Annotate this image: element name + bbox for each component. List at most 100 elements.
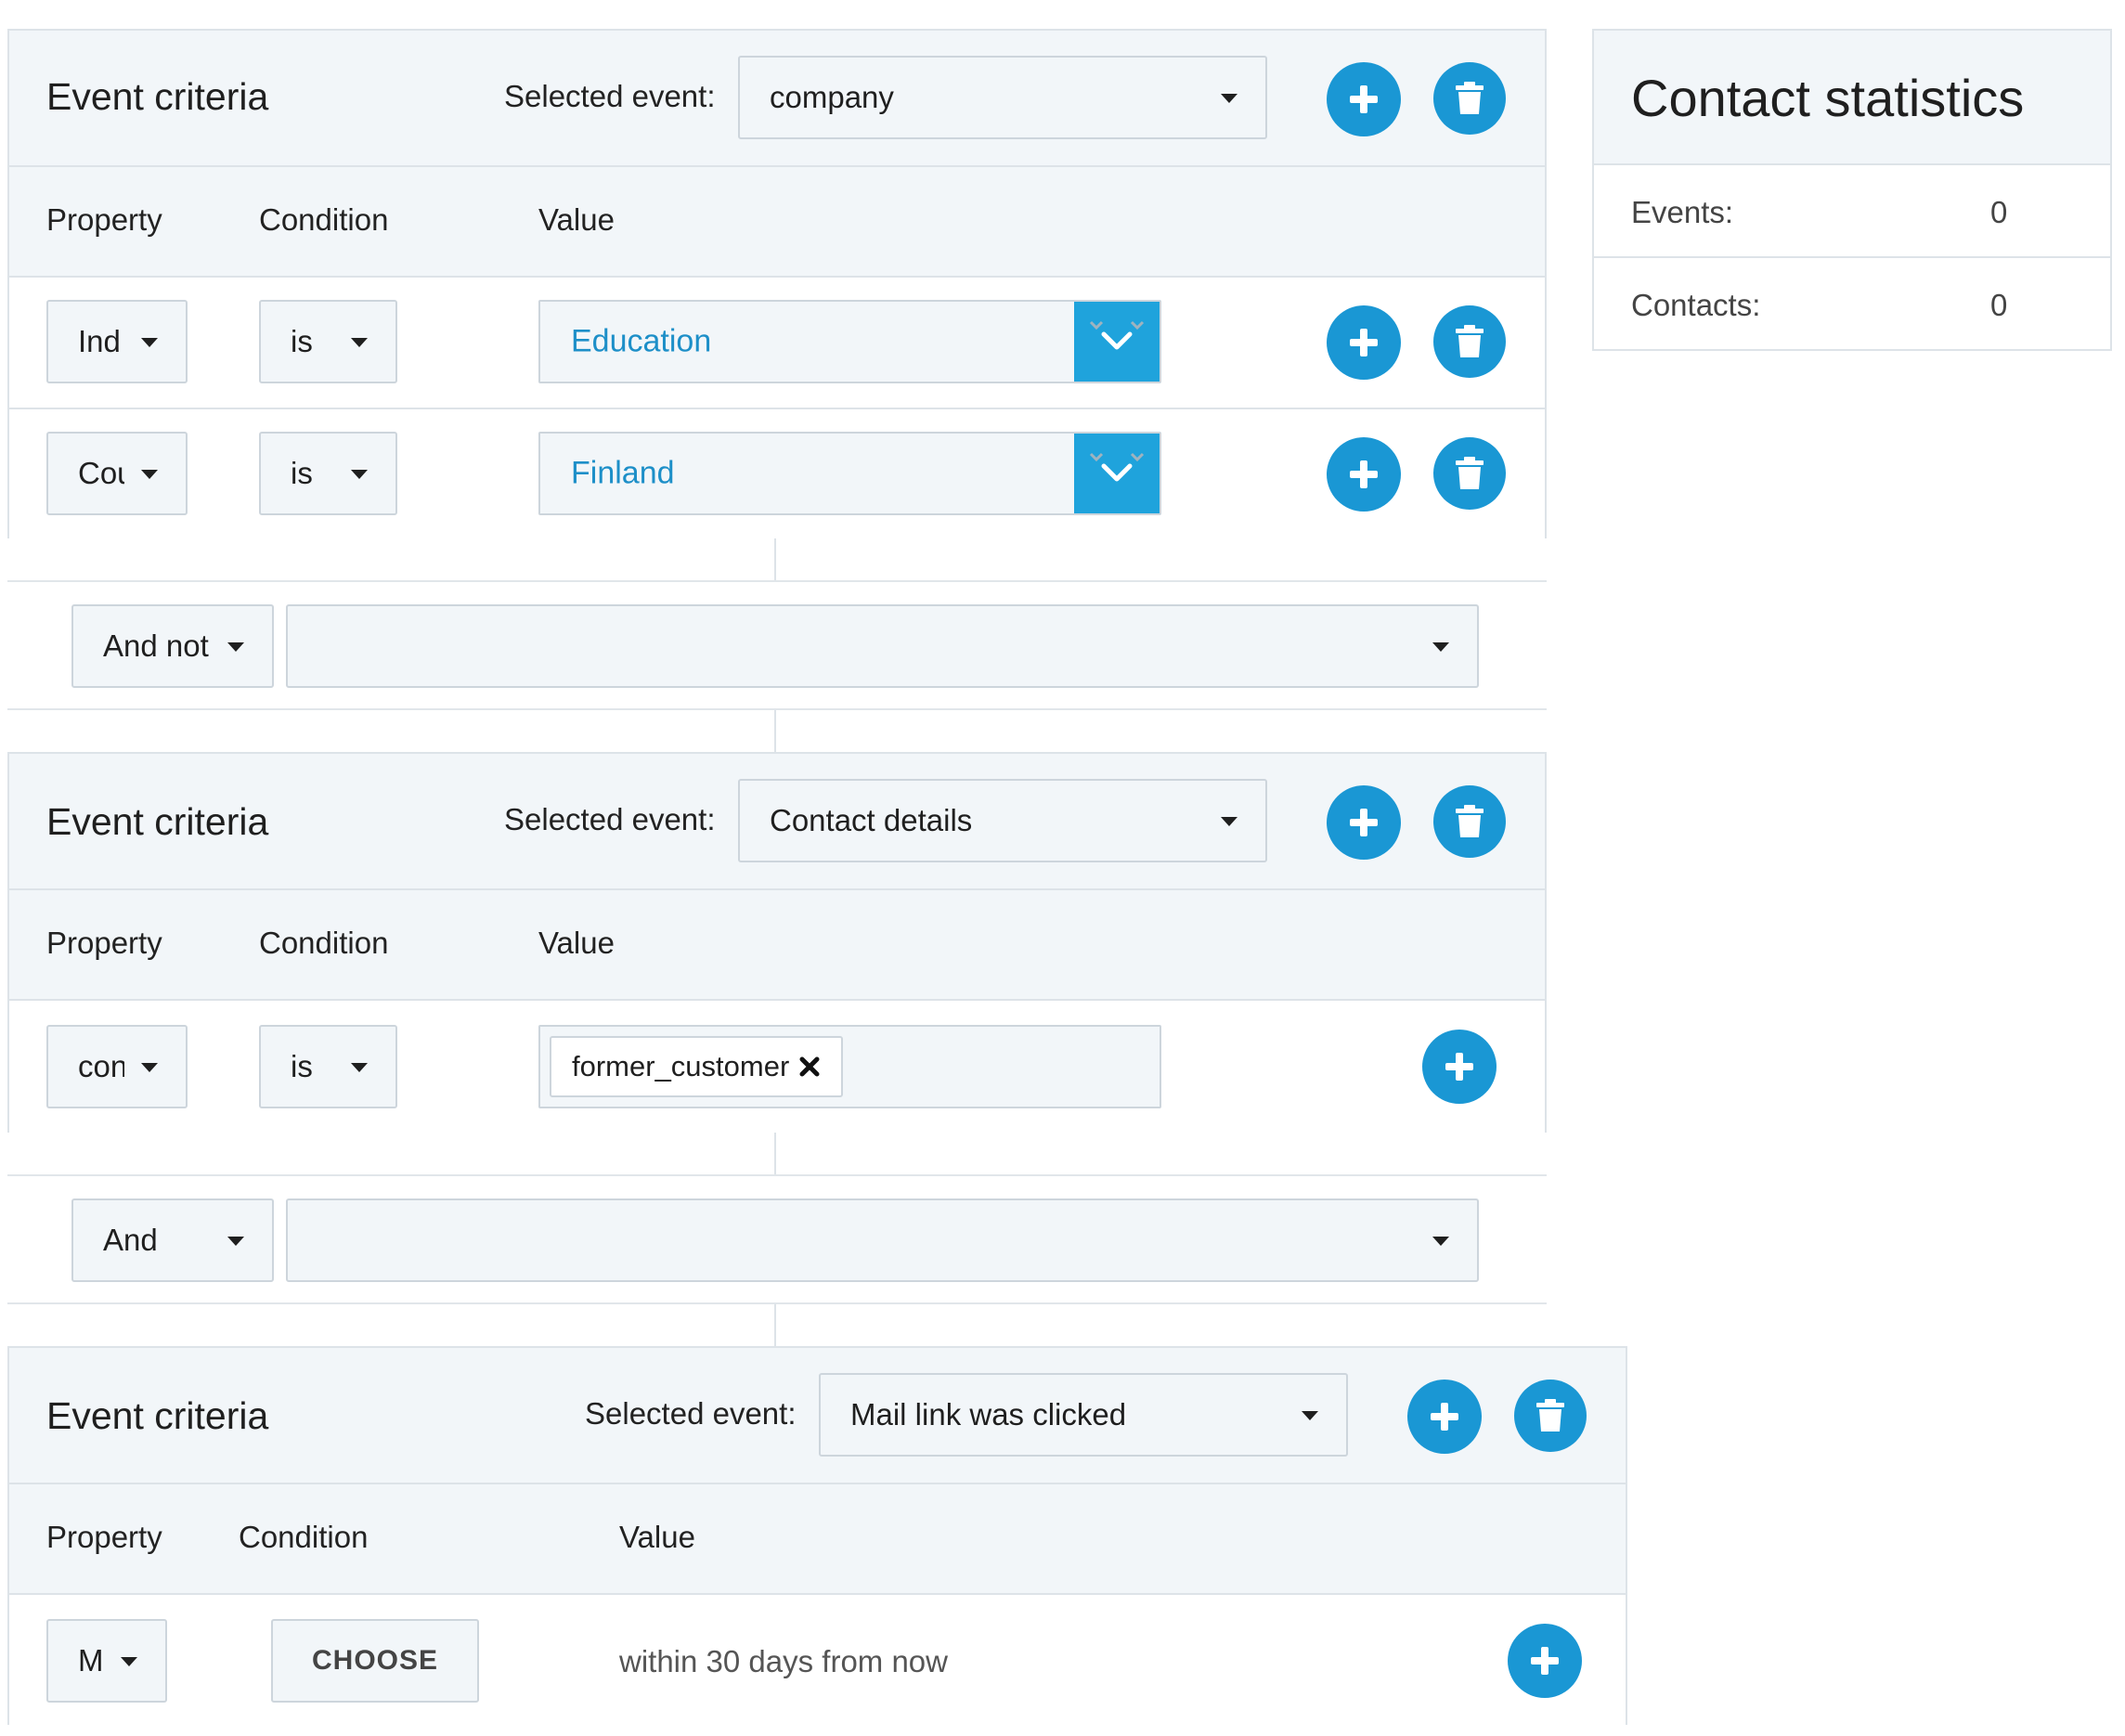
contact-statistics-header: Contact statistics <box>1594 31 2110 163</box>
condition-value: is <box>291 456 313 490</box>
event-criteria-panel-3: Event criteria Selected event: Mail link… <box>7 1346 1627 1725</box>
caret-down-icon <box>351 338 368 347</box>
value-select[interactable]: Finland <box>538 432 1161 515</box>
value-tag-input[interactable]: former_customer <box>538 1025 1161 1108</box>
column-headers: Property Condition Value <box>9 890 1545 1001</box>
plus-icon <box>1350 809 1378 836</box>
panel-title: Event criteria <box>46 75 269 118</box>
selected-event-label: Selected event: <box>504 79 716 113</box>
value-text: Finland <box>571 455 675 491</box>
add-criteria-button[interactable] <box>1327 62 1401 136</box>
caret-down-icon <box>141 470 158 479</box>
caret-down-icon <box>1432 642 1449 652</box>
caret-down-icon <box>141 338 158 347</box>
operator-row: And not <box>7 580 1547 710</box>
plus-icon <box>1431 1403 1458 1431</box>
selected-event-label: Selected event: <box>504 802 716 836</box>
add-row-button[interactable] <box>1327 437 1401 512</box>
column-headers: Property Condition Value <box>9 1484 1626 1595</box>
add-criteria-button[interactable] <box>1407 1380 1482 1454</box>
event-criteria-header: Event criteria Selected event: company <box>9 31 1545 167</box>
criteria-row: con is former_customer <box>9 1001 1545 1133</box>
criteria-row: Cou is Finland <box>9 409 1545 538</box>
caret-down-icon <box>1221 817 1237 826</box>
condition-dropdown[interactable]: is <box>259 300 397 383</box>
selected-event-value: Mail link was clicked <box>850 1397 1127 1432</box>
value-text: Education <box>571 323 712 359</box>
connector-line <box>774 1304 776 1347</box>
property-dropdown[interactable]: Ind <box>46 300 188 383</box>
selected-event-dropdown[interactable]: Contact details <box>738 779 1267 862</box>
delete-criteria-button[interactable] <box>1433 62 1506 135</box>
contact-statistics-title: Contact statistics <box>1631 69 2025 127</box>
choose-condition-button[interactable]: CHOOSE <box>271 1619 479 1703</box>
caret-down-icon <box>351 1063 368 1072</box>
stats-value: 0 <box>1990 195 2008 229</box>
stats-label: Contacts: <box>1631 288 1761 322</box>
add-row-button[interactable] <box>1327 305 1401 380</box>
property-value: M <box>78 1643 104 1678</box>
stats-label: Events: <box>1631 195 1734 229</box>
plus-icon <box>1350 85 1378 113</box>
condition-value: is <box>291 324 313 358</box>
value-description: within 30 days from now <box>619 1644 948 1678</box>
operator-row: And <box>7 1174 1547 1304</box>
value-dropdown-toggle[interactable] <box>1074 434 1160 513</box>
caret-down-icon <box>1221 94 1237 103</box>
trash-icon <box>1456 805 1484 837</box>
stats-row-contacts: Contacts: 0 <box>1594 256 2110 351</box>
property-dropdown[interactable]: M <box>46 1619 167 1703</box>
delete-criteria-button[interactable] <box>1433 785 1506 858</box>
stats-row-events: Events: 0 <box>1594 163 2110 258</box>
condition-column-header: Condition <box>259 202 389 237</box>
condition-dropdown[interactable]: is <box>259 432 397 515</box>
column-headers: Property Condition Value <box>9 167 1545 278</box>
condition-value: is <box>291 1049 313 1083</box>
value-column-header: Value <box>538 202 615 237</box>
plus-icon <box>1350 329 1378 356</box>
connector-line <box>774 538 776 581</box>
condition-column-header: Condition <box>259 926 389 960</box>
chevron-down-icon <box>1089 452 1145 482</box>
delete-row-button[interactable] <box>1433 305 1506 378</box>
property-dropdown[interactable]: con <box>46 1025 188 1108</box>
operator-target-dropdown[interactable] <box>286 604 1479 688</box>
panel-title: Event criteria <box>46 800 269 843</box>
value-select[interactable]: Education <box>538 300 1161 383</box>
criteria-row: Ind is Education <box>9 278 1545 409</box>
value-dropdown-toggle[interactable] <box>1074 302 1160 382</box>
operator-dropdown[interactable]: And not <box>71 604 274 688</box>
property-value: Cou <box>78 456 124 490</box>
condition-dropdown[interactable]: is <box>259 1025 397 1108</box>
caret-down-icon <box>227 1237 244 1246</box>
value-tag: former_customer <box>550 1036 844 1097</box>
operator-value: And not <box>103 628 209 663</box>
caret-down-icon <box>227 642 244 652</box>
delete-row-button[interactable] <box>1433 437 1506 510</box>
plus-icon <box>1531 1647 1559 1675</box>
selected-event-dropdown[interactable]: company <box>738 56 1267 139</box>
contact-statistics-panel: Contact statistics Events: 0 Contacts: 0 <box>1592 29 2112 351</box>
event-criteria-header: Event criteria Selected event: Contact d… <box>9 754 1545 890</box>
connector-line <box>774 710 776 753</box>
chevron-down-icon <box>1089 320 1145 350</box>
operator-target-dropdown[interactable] <box>286 1198 1479 1282</box>
caret-down-icon <box>141 1063 158 1072</box>
add-row-button[interactable] <box>1508 1624 1582 1698</box>
property-dropdown[interactable]: Cou <box>46 432 188 515</box>
caret-down-icon <box>121 1657 137 1666</box>
value-column-header: Value <box>538 926 615 960</box>
delete-criteria-button[interactable] <box>1514 1380 1587 1452</box>
event-criteria-panel-1: Event criteria Selected event: company P… <box>7 29 1547 538</box>
add-criteria-button[interactable] <box>1327 785 1401 860</box>
selected-event-dropdown[interactable]: Mail link was clicked <box>819 1373 1348 1457</box>
property-column-header: Property <box>46 926 162 960</box>
property-column-header: Property <box>46 1520 162 1554</box>
add-row-button[interactable] <box>1422 1030 1497 1104</box>
operator-dropdown[interactable]: And <box>71 1198 274 1282</box>
stats-value: 0 <box>1990 288 2008 322</box>
value-tag-label: former_customer <box>572 1050 790 1082</box>
panel-title: Event criteria <box>46 1394 269 1437</box>
close-icon[interactable] <box>798 1056 821 1078</box>
selected-event-label: Selected event: <box>585 1396 797 1431</box>
